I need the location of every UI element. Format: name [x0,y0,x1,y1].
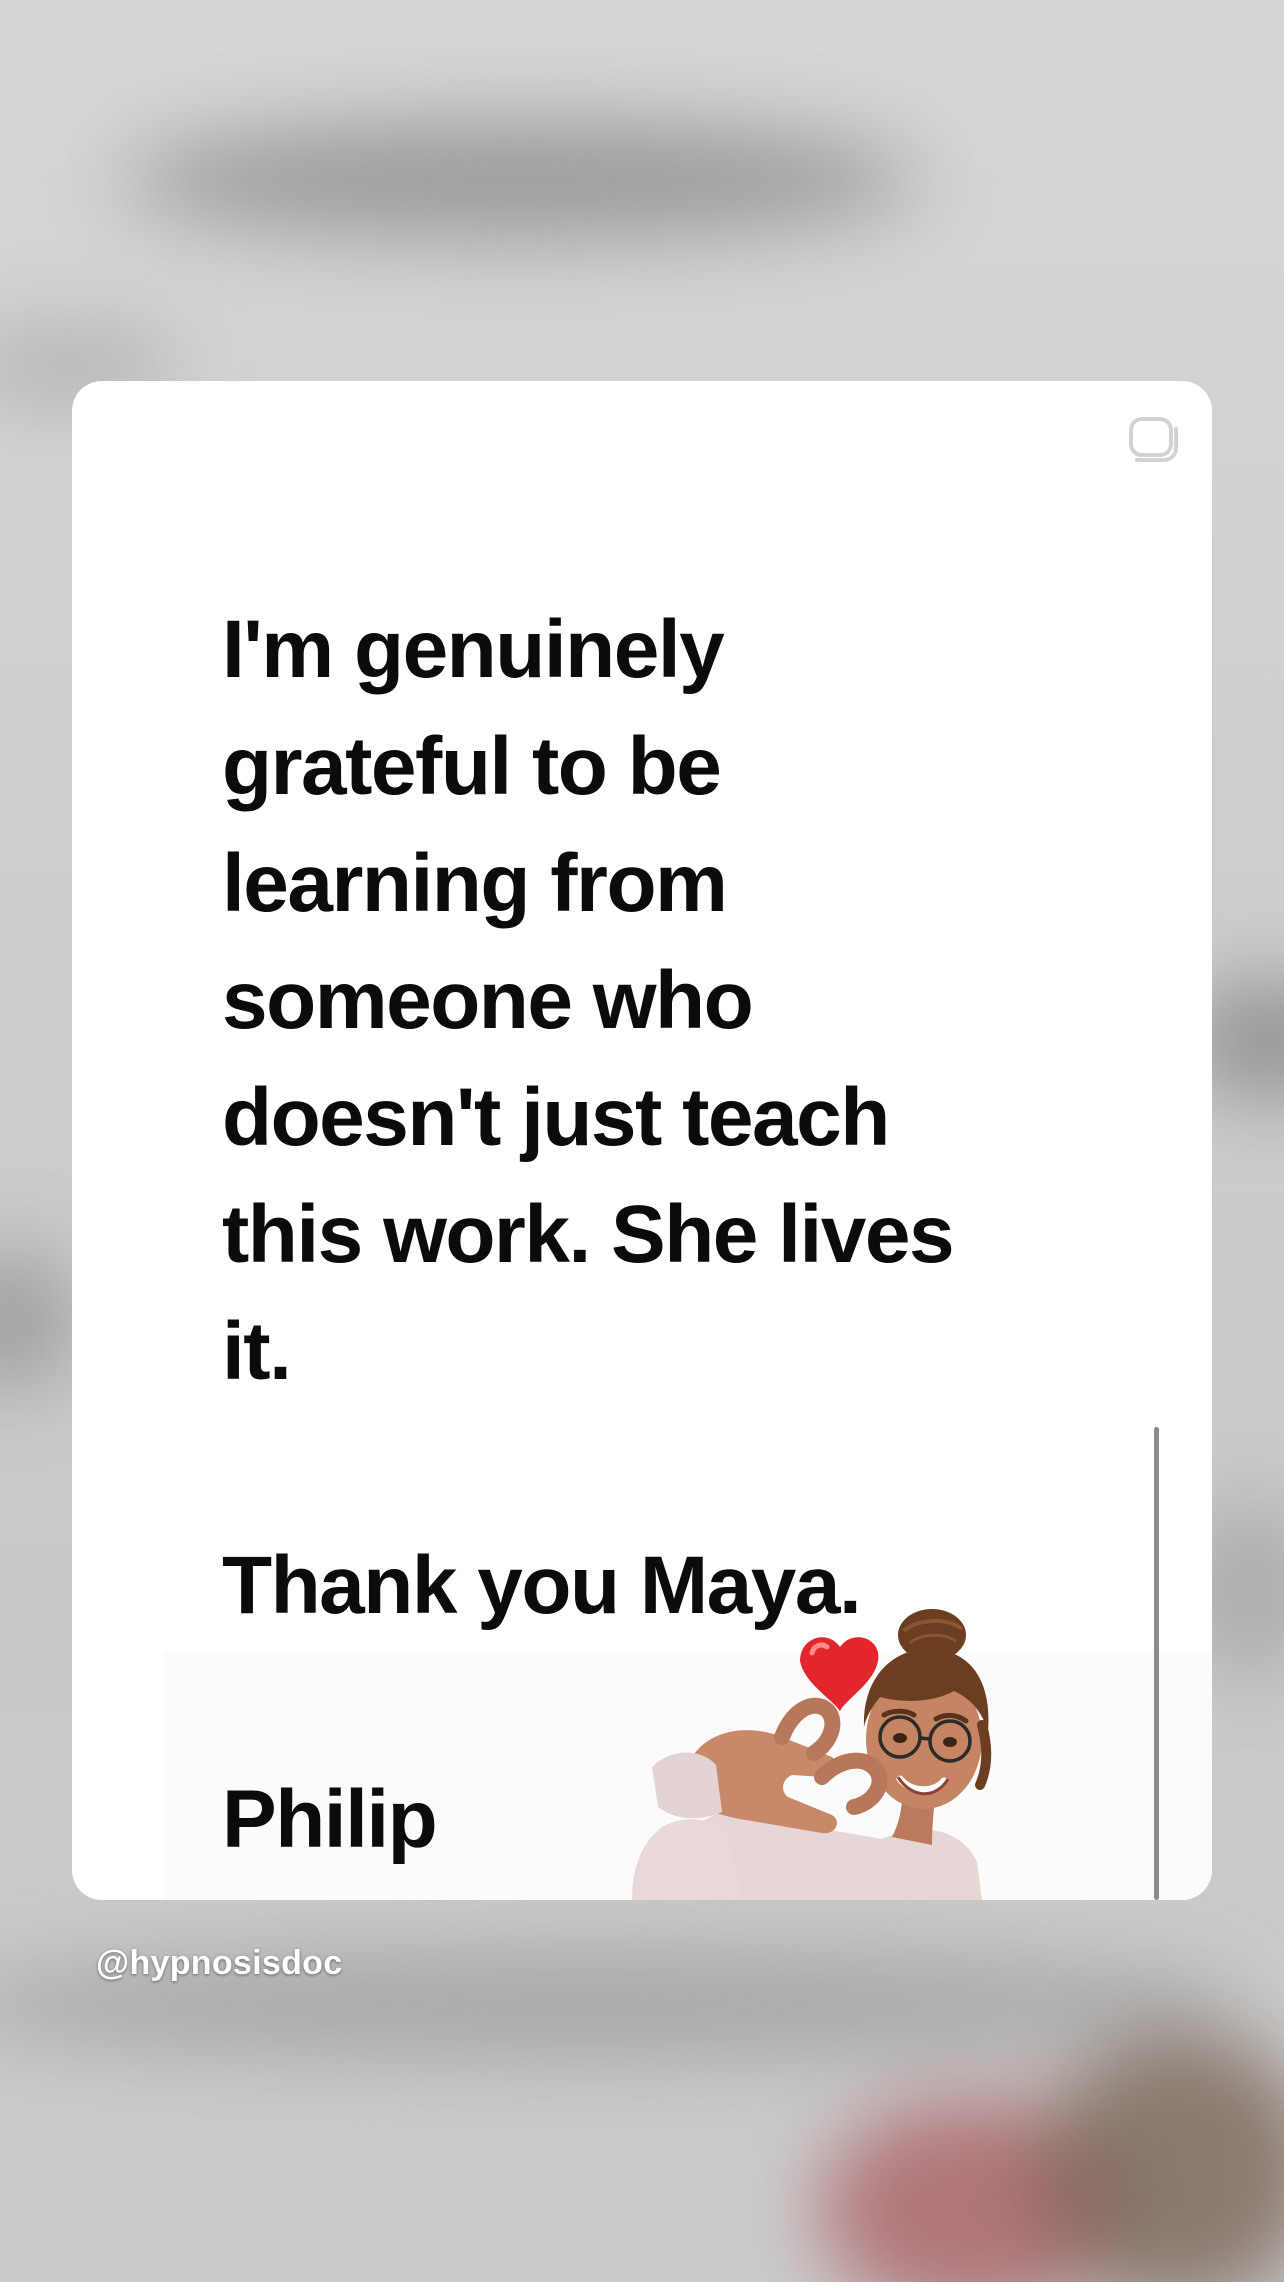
memoji-heart-hands-sticker [632,1609,992,1900]
copy-button[interactable] [1126,415,1180,465]
background-blur-shape [1040,2030,1284,2282]
copy-icon [1129,417,1178,462]
username-tag[interactable]: @hypnosisdoc [96,1944,342,1983]
background-blur-shape [0,1250,80,1390]
background-blur-shape [120,120,920,240]
scrollbar[interactable] [1154,1427,1159,1900]
message-card: I'm genuinely grateful to be learning fr… [72,381,1212,1900]
